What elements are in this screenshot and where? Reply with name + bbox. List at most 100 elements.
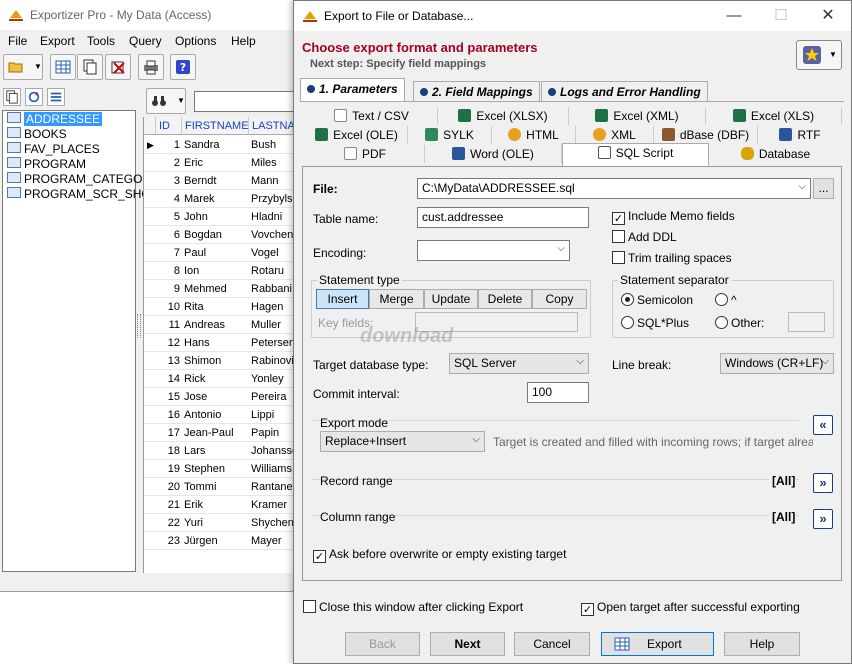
file-path-field[interactable]: C:\MyData\ADDRESSEE.sql ⌵ bbox=[417, 178, 811, 199]
table-row[interactable]: 8 Ion Rotaru bbox=[144, 262, 300, 280]
filter-input[interactable] bbox=[194, 91, 300, 112]
expand-record-range-button[interactable]: » bbox=[813, 473, 833, 493]
table-row[interactable]: 22 Yuri Shychenk bbox=[144, 514, 300, 532]
favorites-button[interactable]: ▼ bbox=[796, 40, 842, 70]
tab-logs[interactable]: Logs and Error Handling bbox=[541, 81, 708, 101]
menu-query[interactable]: Query bbox=[129, 34, 162, 48]
clear-button[interactable] bbox=[105, 54, 131, 80]
format-tab-sql-script[interactable]: SQL Script bbox=[562, 143, 709, 166]
separator-semicolon-radio[interactable]: Semicolon bbox=[621, 293, 693, 307]
format-tab-text-csv[interactable]: Text / CSV bbox=[306, 107, 438, 125]
refresh-button[interactable] bbox=[25, 88, 43, 106]
target-db-select[interactable]: SQL Server ⌵ bbox=[449, 353, 589, 374]
filter-button[interactable]: ▼ bbox=[146, 88, 186, 114]
menu-help[interactable]: Help bbox=[231, 34, 256, 48]
menu-file[interactable]: File bbox=[8, 34, 27, 48]
table-row[interactable]: 15 Jose Pereira bbox=[144, 388, 300, 406]
table-row[interactable]: 5 John Hladni bbox=[144, 208, 300, 226]
insert-button[interactable]: Insert bbox=[316, 289, 369, 309]
menu-tools[interactable]: Tools bbox=[87, 34, 115, 48]
table-list-item[interactable]: PROGRAM_SCR_SHOT bbox=[7, 187, 158, 202]
format-tab-database[interactable]: Database bbox=[709, 145, 842, 163]
table-name-field[interactable]: cust.addressee bbox=[417, 207, 589, 228]
table-row[interactable]: 11 Andreas Muller bbox=[144, 316, 300, 334]
table-row[interactable]: 17 Jean-Paul Papin bbox=[144, 424, 300, 442]
format-tab-pdf[interactable]: PDF bbox=[306, 145, 425, 163]
format-tab-sylk[interactable]: SYLK bbox=[408, 126, 492, 144]
table-list-item[interactable]: PROGRAM bbox=[7, 157, 86, 172]
table-row[interactable]: 6 Bogdan Vovchenk bbox=[144, 226, 300, 244]
cancel-button[interactable]: Cancel bbox=[514, 632, 590, 656]
help-button[interactable]: Help bbox=[724, 632, 800, 656]
format-tab-dbase[interactable]: dBase (DBF) bbox=[654, 126, 758, 144]
delete-button[interactable]: Delete bbox=[478, 289, 532, 309]
print-button[interactable] bbox=[138, 54, 164, 80]
separator-sqlplus-radio[interactable]: SQL*Plus bbox=[621, 316, 689, 330]
table-row[interactable]: 9 Mehmed Rabbani bbox=[144, 280, 300, 298]
table-row[interactable]: 2 Eric Miles bbox=[144, 154, 300, 172]
commit-interval-field[interactable]: 100 bbox=[527, 382, 589, 403]
table-row[interactable]: 13 Shimon Rabinovic bbox=[144, 352, 300, 370]
table-row[interactable]: 14 Rick Yonley bbox=[144, 370, 300, 388]
table-row[interactable]: 20 Tommi Rantanen bbox=[144, 478, 300, 496]
copy-table-button[interactable] bbox=[3, 88, 21, 106]
menu-export[interactable]: Export bbox=[40, 34, 75, 48]
separator-other-radio[interactable]: Other: bbox=[715, 316, 764, 330]
format-tab-excel-xlsx[interactable]: Excel (XLSX) bbox=[438, 107, 569, 125]
format-tab-xml[interactable]: XML bbox=[576, 126, 654, 144]
table-row[interactable]: 3 Berndt Mann bbox=[144, 172, 300, 190]
format-tab-rtf[interactable]: RTF bbox=[758, 126, 842, 144]
format-tab-excel-xls[interactable]: Excel (XLS) bbox=[706, 107, 842, 125]
merge-button[interactable]: Merge bbox=[369, 289, 424, 309]
open-button[interactable]: ▼ bbox=[3, 54, 43, 80]
table-list-item[interactable]: FAV_PLACES bbox=[7, 142, 100, 157]
grid-column-header[interactable]: FIRSTNAME bbox=[182, 117, 249, 135]
table-row[interactable]: 10 Rita Hagen bbox=[144, 298, 300, 316]
close-icon[interactable]: ✕ bbox=[818, 6, 838, 26]
table-row[interactable]: 12 Hans Petersen bbox=[144, 334, 300, 352]
table-list-item[interactable]: PROGRAM_CATEGORY bbox=[7, 172, 159, 187]
table-row[interactable]: 19 Stephen Williams bbox=[144, 460, 300, 478]
open-after-checkbox[interactable]: ✓ Open target after successful exporting bbox=[581, 600, 800, 616]
format-tab-html[interactable]: HTML bbox=[492, 126, 576, 144]
table-row[interactable]: 23 Jürgen Mayer bbox=[144, 532, 300, 550]
grid-button[interactable] bbox=[50, 54, 76, 80]
next-button[interactable]: Next bbox=[430, 632, 505, 656]
encoding-select[interactable]: ⌵ bbox=[417, 240, 570, 261]
table-row[interactable]: 21 Erik Kramer bbox=[144, 496, 300, 514]
copy-button[interactable] bbox=[77, 54, 103, 80]
cell-firstname: Lars bbox=[184, 445, 206, 457]
close-after-checkbox[interactable]: Close this window after clicking Export bbox=[303, 600, 523, 614]
export-button[interactable]: Export bbox=[601, 632, 714, 656]
tab-field-mappings[interactable]: 2. Field Mappings bbox=[413, 81, 540, 101]
format-tab-word-ole[interactable]: Word (OLE) bbox=[425, 145, 562, 163]
table-row[interactable]: 7 Paul Vogel bbox=[144, 244, 300, 262]
list-button[interactable] bbox=[47, 88, 65, 106]
help-button[interactable]: ? bbox=[170, 54, 196, 80]
table-row[interactable]: 16 Antonio Lippi bbox=[144, 406, 300, 424]
table-row[interactable]: 4 Marek Przybylsk bbox=[144, 190, 300, 208]
add-ddl-checkbox[interactable]: Add DDL bbox=[612, 230, 677, 244]
collapse-export-mode-button[interactable]: « bbox=[813, 415, 833, 435]
table-list-item[interactable]: BOOKS bbox=[7, 127, 67, 142]
menu-options[interactable]: Options bbox=[175, 34, 216, 48]
copy-button[interactable]: Copy bbox=[532, 289, 587, 309]
format-tab-excel-xml[interactable]: Excel (XML) bbox=[569, 107, 706, 125]
minimize-icon[interactable]: — bbox=[724, 6, 744, 26]
include-memo-checkbox[interactable]: ✓ Include Memo fields bbox=[612, 209, 735, 225]
table-row[interactable]: ▶ 1 Sandra Bush bbox=[144, 136, 300, 154]
trim-trailing-checkbox[interactable]: Trim trailing spaces bbox=[612, 251, 732, 265]
expand-column-range-button[interactable]: » bbox=[813, 509, 833, 529]
separator-caret-radio[interactable]: ^ bbox=[715, 293, 737, 307]
browse-button[interactable]: ... bbox=[813, 178, 834, 199]
line-break-select[interactable]: Windows (CR+LF) ⌵ bbox=[720, 353, 834, 374]
export-mode-select[interactable]: Replace+Insert ⌵ bbox=[320, 431, 485, 452]
update-button[interactable]: Update bbox=[424, 289, 478, 309]
table-list-item[interactable]: ADDRESSEE bbox=[7, 112, 103, 127]
table-row[interactable]: 18 Lars Johansso bbox=[144, 442, 300, 460]
grid-column-header[interactable]: ID bbox=[156, 117, 182, 135]
format-tab-excel-ole[interactable]: Excel (OLE) bbox=[306, 126, 408, 144]
tab-parameters[interactable]: 1. Parameters bbox=[300, 78, 405, 101]
splitter-handle[interactable] bbox=[137, 314, 141, 338]
ask-overwrite-checkbox[interactable]: ✓ Ask before overwrite or empty existing … bbox=[313, 547, 566, 563]
